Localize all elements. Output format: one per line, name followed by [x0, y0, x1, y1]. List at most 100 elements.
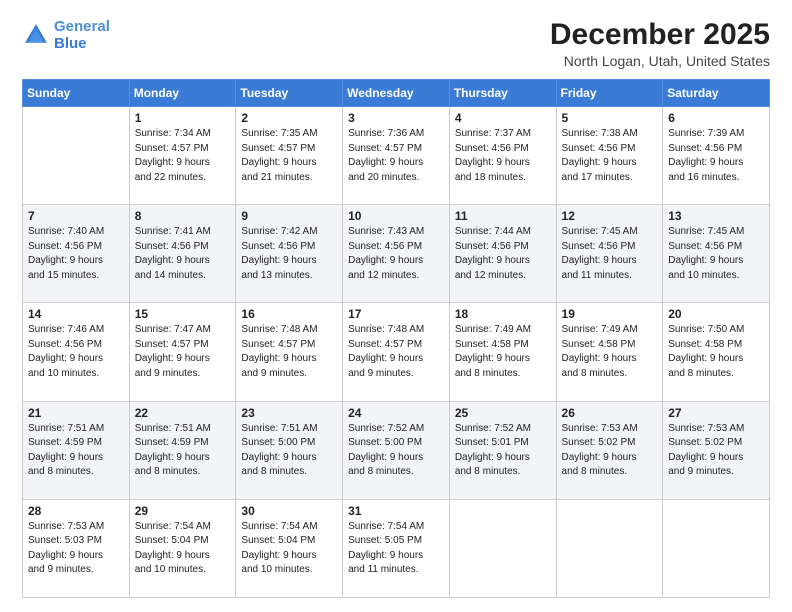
- page: General Blue December 2025 North Logan, …: [0, 0, 792, 612]
- day-number: 11: [455, 209, 551, 223]
- day-info: Sunrise: 7:44 AMSunset: 4:56 PMDaylight:…: [455, 225, 551, 283]
- table-row: 3 Sunrise: 7:36 AMSunset: 4:57 PMDaylight…: [343, 107, 450, 205]
- day-number: 10: [348, 209, 444, 223]
- table-row: [556, 499, 663, 597]
- table-row: 25 Sunrise: 7:52 AMSunset: 5:01 PMDayligh…: [449, 401, 556, 499]
- day-number: 18: [455, 307, 551, 321]
- day-number: 5: [562, 111, 658, 125]
- logo-line2: Blue: [54, 35, 87, 52]
- day-info: Sunrise: 7:48 AMSunset: 4:57 PMDaylight:…: [348, 323, 444, 381]
- day-info: Sunrise: 7:40 AMSunset: 4:56 PMDaylight:…: [28, 225, 124, 283]
- day-info: Sunrise: 7:51 AMSunset: 4:59 PMDaylight:…: [28, 422, 124, 480]
- logo: General Blue: [22, 18, 110, 53]
- calendar-week-row: 28Sunrise: 7:53 AMSunset: 5:03 PMDayligh…: [23, 499, 770, 597]
- day-number: 3: [348, 111, 444, 125]
- header-sunday: Sunday: [23, 80, 130, 107]
- location-title: North Logan, Utah, United States: [550, 53, 770, 69]
- calendar-table: Sunday Monday Tuesday Wednesday Thursday…: [22, 79, 770, 598]
- day-number: 8: [135, 209, 231, 223]
- day-number: 6: [668, 111, 764, 125]
- header: General Blue December 2025 North Logan, …: [22, 18, 770, 69]
- day-info: Sunrise: 7:36 AMSunset: 4:57 PMDaylight:…: [348, 127, 444, 185]
- day-number: 12: [562, 209, 658, 223]
- day-number: 4: [455, 111, 551, 125]
- table-row: 22 Sunrise: 7:51 AMSunset: 4:59 PMDayligh…: [129, 401, 236, 499]
- title-block: December 2025 North Logan, Utah, United …: [550, 18, 770, 69]
- day-number: 7: [28, 209, 124, 223]
- table-row: 13 Sunrise: 7:45 AMSunset: 4:56 PMDayligh…: [663, 205, 770, 303]
- day-number: 13: [668, 209, 764, 223]
- day-info: Sunrise: 7:50 AMSunset: 4:58 PMDaylight:…: [668, 323, 764, 381]
- table-row: 29Sunrise: 7:54 AMSunset: 5:04 PMDayligh…: [129, 499, 236, 597]
- day-info: Sunrise: 7:41 AMSunset: 4:56 PMDaylight:…: [135, 225, 231, 283]
- table-row: 20 Sunrise: 7:50 AMSunset: 4:58 PMDayligh…: [663, 303, 770, 401]
- table-row: [663, 499, 770, 597]
- table-row: 28Sunrise: 7:53 AMSunset: 5:03 PMDayligh…: [23, 499, 130, 597]
- day-info: Sunrise: 7:48 AMSunset: 4:57 PMDaylight:…: [241, 323, 337, 381]
- day-info: Sunrise: 7:52 AMSunset: 5:01 PMDaylight:…: [455, 422, 551, 480]
- day-info: Sunrise: 7:53 AMSunset: 5:02 PMDaylight:…: [668, 422, 764, 480]
- table-row: 31Sunrise: 7:54 AMSunset: 5:05 PMDayligh…: [343, 499, 450, 597]
- month-title: December 2025: [550, 18, 770, 51]
- header-thursday: Thursday: [449, 80, 556, 107]
- table-row: 5 Sunrise: 7:38 AMSunset: 4:56 PMDaylight…: [556, 107, 663, 205]
- logo-icon: [22, 21, 50, 49]
- day-info: Sunrise: 7:38 AMSunset: 4:56 PMDaylight:…: [562, 127, 658, 185]
- day-info: Sunrise: 7:34 AMSunset: 4:57 PMDaylight:…: [135, 127, 231, 185]
- table-row: 18 Sunrise: 7:49 AMSunset: 4:58 PMDayligh…: [449, 303, 556, 401]
- day-info: Sunrise: 7:51 AMSunset: 5:00 PMDaylight:…: [241, 422, 337, 480]
- day-info: Sunrise: 7:43 AMSunset: 4:56 PMDaylight:…: [348, 225, 444, 283]
- table-row: 30 Sunrise: 7:54 AMSunset: 5:04 PMDayligh…: [236, 499, 343, 597]
- table-row: [23, 107, 130, 205]
- day-number: 25: [455, 406, 551, 420]
- table-row: 4 Sunrise: 7:37 AMSunset: 4:56 PMDaylight…: [449, 107, 556, 205]
- table-row: 12Sunrise: 7:45 AMSunset: 4:56 PMDayligh…: [556, 205, 663, 303]
- day-number: 31: [348, 504, 444, 518]
- day-info: Sunrise: 7:42 AMSunset: 4:56 PMDaylight:…: [241, 225, 337, 283]
- calendar-week-row: 21Sunrise: 7:51 AMSunset: 4:59 PMDayligh…: [23, 401, 770, 499]
- table-row: [449, 499, 556, 597]
- calendar-week-row: 7 Sunrise: 7:40 AMSunset: 4:56 PMDaylight…: [23, 205, 770, 303]
- table-row: 6 Sunrise: 7:39 AMSunset: 4:56 PMDaylight…: [663, 107, 770, 205]
- day-number: 22: [135, 406, 231, 420]
- day-info: Sunrise: 7:49 AMSunset: 4:58 PMDaylight:…: [455, 323, 551, 381]
- day-number: 24: [348, 406, 444, 420]
- header-friday: Friday: [556, 80, 663, 107]
- table-row: 1Sunrise: 7:34 AMSunset: 4:57 PMDaylight…: [129, 107, 236, 205]
- day-info: Sunrise: 7:47 AMSunset: 4:57 PMDaylight:…: [135, 323, 231, 381]
- day-info: Sunrise: 7:54 AMSunset: 5:04 PMDaylight:…: [241, 520, 337, 578]
- day-number: 28: [28, 504, 124, 518]
- table-row: 14Sunrise: 7:46 AMSunset: 4:56 PMDayligh…: [23, 303, 130, 401]
- day-info: Sunrise: 7:54 AMSunset: 5:04 PMDaylight:…: [135, 520, 231, 578]
- table-row: 7 Sunrise: 7:40 AMSunset: 4:56 PMDaylight…: [23, 205, 130, 303]
- table-row: 8 Sunrise: 7:41 AMSunset: 4:56 PMDaylight…: [129, 205, 236, 303]
- table-row: 11 Sunrise: 7:44 AMSunset: 4:56 PMDayligh…: [449, 205, 556, 303]
- logo-line1: General: [54, 18, 110, 35]
- day-info: Sunrise: 7:49 AMSunset: 4:58 PMDaylight:…: [562, 323, 658, 381]
- table-row: 19 Sunrise: 7:49 AMSunset: 4:58 PMDayligh…: [556, 303, 663, 401]
- table-row: 27 Sunrise: 7:53 AMSunset: 5:02 PMDayligh…: [663, 401, 770, 499]
- day-number: 26: [562, 406, 658, 420]
- day-number: 23: [241, 406, 337, 420]
- day-info: Sunrise: 7:45 AMSunset: 4:56 PMDaylight:…: [668, 225, 764, 283]
- day-number: 30: [241, 504, 337, 518]
- day-info: Sunrise: 7:37 AMSunset: 4:56 PMDaylight:…: [455, 127, 551, 185]
- table-row: 2Sunrise: 7:35 AMSunset: 4:57 PMDaylight…: [236, 107, 343, 205]
- day-number: 9: [241, 209, 337, 223]
- day-number: 16: [241, 307, 337, 321]
- day-number: 2: [241, 111, 337, 125]
- day-info: Sunrise: 7:39 AMSunset: 4:56 PMDaylight:…: [668, 127, 764, 185]
- header-tuesday: Tuesday: [236, 80, 343, 107]
- logo-text: General Blue: [54, 18, 110, 53]
- table-row: 24Sunrise: 7:52 AMSunset: 5:00 PMDayligh…: [343, 401, 450, 499]
- day-number: 14: [28, 307, 124, 321]
- calendar-week-row: 1Sunrise: 7:34 AMSunset: 4:57 PMDaylight…: [23, 107, 770, 205]
- table-row: 16 Sunrise: 7:48 AMSunset: 4:57 PMDayligh…: [236, 303, 343, 401]
- day-number: 27: [668, 406, 764, 420]
- table-row: 17 Sunrise: 7:48 AMSunset: 4:57 PMDayligh…: [343, 303, 450, 401]
- table-row: 9 Sunrise: 7:42 AMSunset: 4:56 PMDaylight…: [236, 205, 343, 303]
- day-number: 20: [668, 307, 764, 321]
- day-number: 17: [348, 307, 444, 321]
- day-number: 19: [562, 307, 658, 321]
- day-info: Sunrise: 7:51 AMSunset: 4:59 PMDaylight:…: [135, 422, 231, 480]
